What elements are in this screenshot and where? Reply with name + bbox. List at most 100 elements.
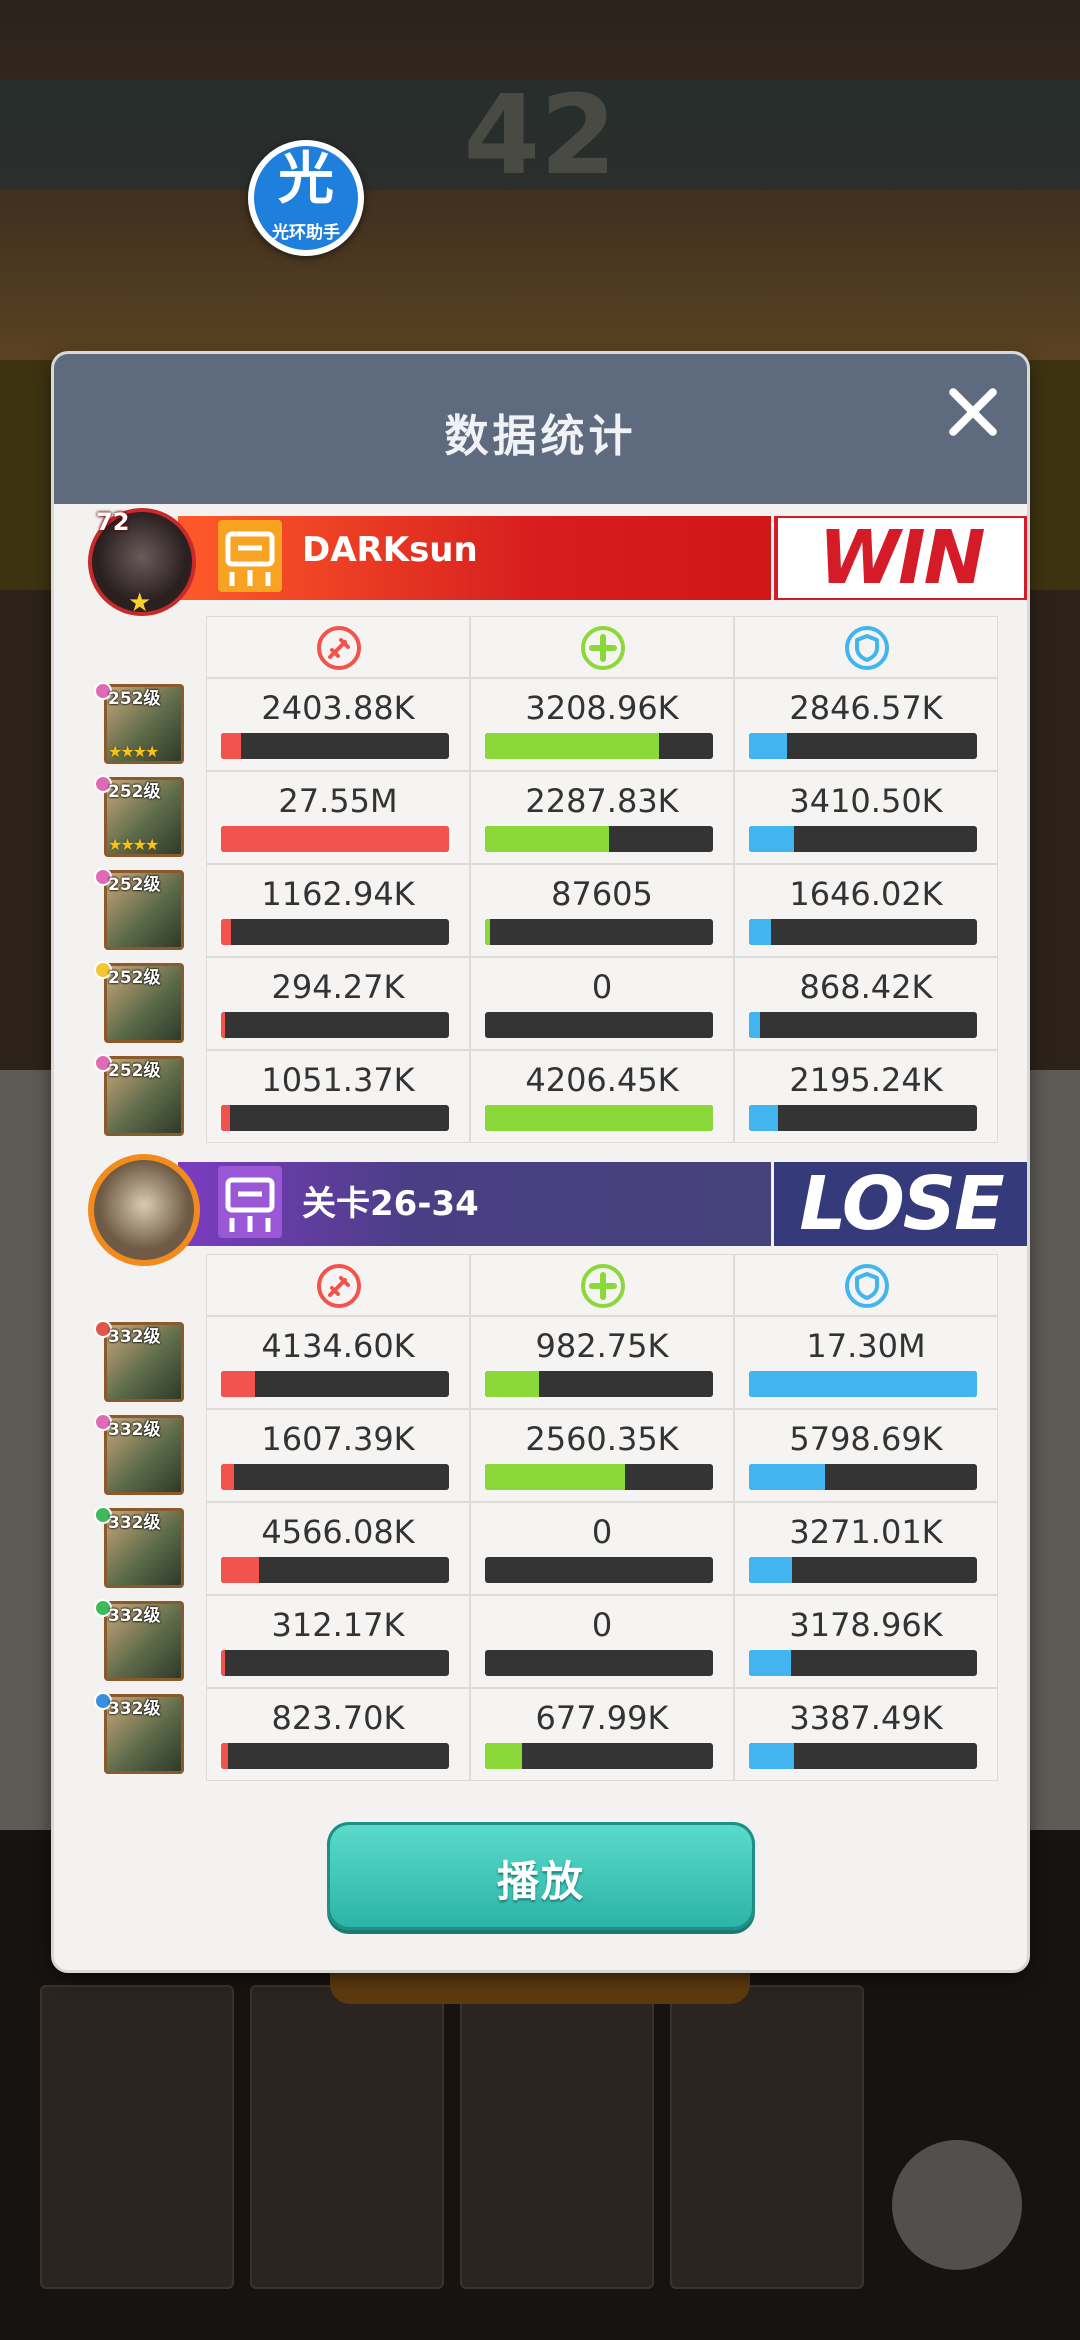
stat-value-defense: 17.30M <box>806 1327 926 1365</box>
hero-avatar[interactable]: 332级 <box>88 1316 206 1408</box>
close-icon[interactable] <box>943 382 1003 442</box>
stat-value-damage: 1051.37K <box>261 1061 415 1099</box>
stat-bar-heal <box>485 733 713 759</box>
hero-level: 252级 <box>108 1061 161 1081</box>
stat-bar-fill <box>749 826 794 852</box>
hero-row: 332级 823.70K 677.99K 3387.49K <box>88 1688 998 1781</box>
team-emblem-icon <box>218 520 282 592</box>
hero-level: 252级 <box>108 875 161 895</box>
result-text: LOSE <box>799 1161 1004 1247</box>
hero-avatar[interactable]: 332级 <box>88 1595 206 1687</box>
stat-value-damage: 312.17K <box>271 1606 405 1644</box>
hero-avatar[interactable]: 332级 <box>88 1409 206 1501</box>
stat-bar-damage <box>221 1743 449 1769</box>
hero-avatar[interactable]: 252级 <box>88 864 206 956</box>
stat-cell-damage: 27.55M <box>206 771 470 864</box>
hero-level: 252级 <box>108 968 161 988</box>
stat-bar-fill <box>485 733 659 759</box>
stat-value-heal: 2560.35K <box>525 1420 679 1458</box>
stat-value-damage: 4566.08K <box>261 1513 415 1551</box>
hero-avatar[interactable]: 252级 ★★★★ <box>88 678 206 770</box>
stat-value-defense: 3271.01K <box>789 1513 943 1551</box>
stat-cell-heal: 0 <box>470 1502 734 1595</box>
hero-row: 252级 1162.94K 87605 1646.02K <box>88 864 998 957</box>
stat-cell-damage: 4134.60K <box>206 1316 470 1409</box>
stat-bar-fill <box>749 1557 792 1583</box>
stat-header-cell <box>206 1254 470 1316</box>
stat-value-damage: 27.55M <box>278 782 398 820</box>
result-text: WIN <box>778 518 1024 598</box>
stat-value-damage: 1607.39K <box>261 1420 415 1458</box>
dialog-header: 数据统计 <box>54 354 1027 504</box>
hero-avatar[interactable]: 252级 <box>88 1050 206 1142</box>
hero-avatar[interactable]: 252级 <box>88 957 206 1049</box>
hero-avatar[interactable]: 332级 <box>88 1688 206 1780</box>
stat-bar-fill <box>749 1743 794 1769</box>
stat-bar-heal <box>485 1743 713 1769</box>
stat-bar-heal <box>485 826 713 852</box>
stat-value-heal: 4206.45K <box>525 1061 679 1099</box>
stat-value-heal: 0 <box>591 1606 613 1644</box>
stat-bar-defense <box>749 1012 977 1038</box>
stat-bar-defense <box>749 1371 977 1397</box>
star-icon: ★ <box>128 588 152 618</box>
stat-bar-heal <box>485 1371 713 1397</box>
dialog-title: 数据统计 <box>444 411 637 462</box>
stat-cell-heal: 0 <box>470 1595 734 1688</box>
stat-value-heal: 0 <box>591 1513 613 1551</box>
stat-value-heal: 87605 <box>551 875 653 913</box>
stat-bar-fill <box>749 1650 791 1676</box>
stat-value-defense: 1646.02K <box>789 875 943 913</box>
stat-cell-damage: 823.70K <box>206 1688 470 1781</box>
stat-cell-defense: 3410.50K <box>734 771 998 864</box>
hero-stars-icon: ★★★★ <box>108 835 159 854</box>
stat-cell-defense: 3178.96K <box>734 1595 998 1688</box>
stat-bar-fill <box>485 919 490 945</box>
stat-bar-fill <box>221 1743 228 1769</box>
stat-bar-fill <box>485 1743 522 1769</box>
stat-cell-damage: 1051.37K <box>206 1050 470 1143</box>
stat-bar-heal <box>485 1105 713 1131</box>
hero-avatar[interactable]: 332级 <box>88 1502 206 1594</box>
stat-bar-damage <box>221 1012 449 1038</box>
hero-level: 332级 <box>108 1606 161 1626</box>
hero-avatar[interactable]: 252级 ★★★★ <box>88 771 206 863</box>
hero-level: 332级 <box>108 1513 161 1533</box>
stage-boss-avatar[interactable] <box>88 1154 200 1266</box>
hero-row: 332级 312.17K 0 3178.96K <box>88 1595 998 1688</box>
play-button[interactable]: 播放 <box>327 1822 755 1930</box>
stat-value-heal: 0 <box>591 968 613 1006</box>
stat-bar-defense <box>749 1464 977 1490</box>
stat-cell-defense: 868.42K <box>734 957 998 1050</box>
stat-cell-heal: 0 <box>470 957 734 1050</box>
stats-grid-stage: 332级 4134.60K 982.75K 17.30M 332级 1607.39K 256… <box>88 1254 998 1781</box>
assistant-label: 光环助手 <box>272 223 340 243</box>
stat-cell-heal: 2287.83K <box>470 771 734 864</box>
heal-cross-icon <box>579 1262 627 1310</box>
hero-stars-icon: ★★★★ <box>108 742 159 761</box>
stat-header-cell <box>734 616 998 678</box>
hero-row: 332级 1607.39K 2560.35K 5798.69K <box>88 1409 998 1502</box>
stat-bar-defense <box>749 826 977 852</box>
hero-row: 252级 ★★★★ 2403.88K 3208.96K 2846.57K <box>88 678 998 771</box>
stat-bar-damage <box>221 826 449 852</box>
hero-level: 252级 <box>108 689 161 709</box>
stat-bar-fill <box>749 733 787 759</box>
shield-icon <box>843 624 891 672</box>
stat-value-defense: 2195.24K <box>789 1061 943 1099</box>
assistant-badge[interactable]: 光 光环助手 <box>248 140 364 256</box>
stat-bar-fill <box>221 1371 255 1397</box>
background-card <box>40 1985 234 2289</box>
stat-bar-fill <box>485 1464 625 1490</box>
stat-bar-fill <box>221 919 231 945</box>
stat-value-defense: 2846.57K <box>789 689 943 727</box>
heal-cross-icon <box>579 624 627 672</box>
stat-bar-defense <box>749 733 977 759</box>
stat-value-damage: 294.27K <box>271 968 405 1006</box>
hero-row: 252级 1051.37K 4206.45K 2195.24K <box>88 1050 998 1143</box>
team-banner-stage: 关卡26-34 LOSE <box>88 1154 1027 1266</box>
stat-value-heal: 3208.96K <box>525 689 679 727</box>
sword-icon <box>315 624 363 672</box>
stat-bar-damage <box>221 919 449 945</box>
stat-bar-defense <box>749 919 977 945</box>
